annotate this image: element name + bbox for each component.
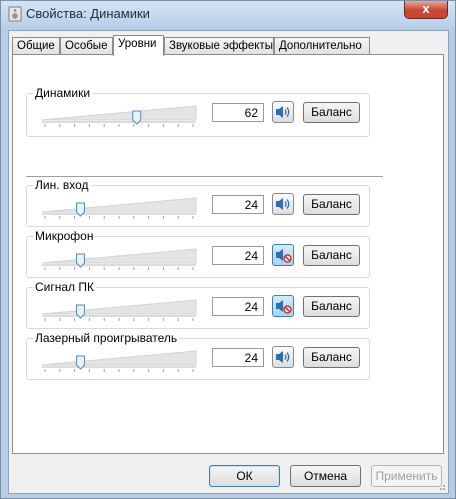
channel-group: Микрофон 24 Баланс (26, 229, 370, 278)
speaker-muted-icon (276, 300, 292, 314)
slider-track (41, 299, 197, 315)
levels-panel: Динамики 62 Баланс Лин. вход 24 Баланс М… (12, 54, 444, 454)
group-label: Сигнал ПК (33, 280, 96, 294)
speaker-icon (276, 351, 290, 363)
slider-track (41, 105, 197, 121)
channel-group: Сигнал ПК 24 Баланс (26, 280, 370, 329)
volume-value-field[interactable]: 24 (212, 297, 264, 316)
dialog-client: Общие Особые Уровни Звуковые эффекты Доп… (8, 30, 449, 494)
window-title: Свойства: Динамики (26, 6, 150, 21)
channel-group: Лин. вход 24 Баланс (26, 178, 370, 227)
close-button[interactable]: x (404, 1, 448, 19)
tab-special[interactable]: Особые (60, 37, 113, 55)
group-label: Динамики (33, 86, 93, 100)
mute-toggle-button[interactable] (272, 295, 294, 317)
speaker-icon (276, 106, 290, 118)
balance-button[interactable]: Баланс (303, 245, 360, 266)
balance-button[interactable]: Баланс (303, 194, 360, 215)
main-volume-group: Динамики 62 Баланс (26, 86, 370, 137)
divider (26, 176, 383, 177)
title-bar[interactable]: Свойства: Динамики x (1, 1, 455, 27)
slider-track (41, 197, 197, 213)
speaker-app-icon (8, 6, 22, 22)
volume-value-field[interactable]: 62 (212, 103, 264, 122)
mute-toggle-button[interactable] (272, 101, 294, 123)
mute-toggle-button[interactable] (272, 346, 294, 368)
slider-track (41, 350, 197, 366)
balance-button[interactable]: Баланс (303, 296, 360, 317)
volume-slider[interactable] (40, 347, 198, 377)
tab-advanced[interactable]: Дополнительно (274, 37, 370, 55)
volume-slider[interactable] (40, 245, 198, 275)
ok-button[interactable]: ОК (209, 465, 280, 487)
speaker-icon (276, 198, 290, 210)
volume-slider[interactable] (40, 296, 198, 326)
tab-sound-effects[interactable]: Звуковые эффекты (164, 37, 274, 55)
mute-toggle-button[interactable] (272, 193, 294, 215)
cancel-button[interactable]: Отмена (290, 465, 361, 487)
volume-value-field[interactable]: 24 (212, 246, 264, 265)
tab-general[interactable]: Общие (12, 37, 60, 55)
volume-value-field[interactable]: 24 (212, 195, 264, 214)
group-label: Микрофон (33, 229, 96, 243)
channel-group: Лазерный проигрыватель 24 Баланс (26, 331, 370, 380)
balance-button[interactable]: Баланс (303, 347, 360, 368)
apply-button[interactable]: Применить (371, 465, 442, 487)
group-label: Лазерный проигрыватель (33, 331, 180, 345)
dialog-window: Свойства: Динамики x Общие Особые Уровни… (0, 0, 456, 499)
volume-value-field[interactable]: 24 (212, 348, 264, 367)
group-label: Лин. вход (33, 178, 91, 192)
tab-levels[interactable]: Уровни (113, 35, 164, 56)
balance-button[interactable]: Баланс (303, 102, 360, 123)
volume-slider[interactable] (40, 194, 198, 224)
resize-grip-icon[interactable] (436, 481, 446, 491)
slider-track (41, 248, 197, 264)
close-icon: x (422, 1, 430, 16)
speaker-muted-icon (276, 249, 292, 263)
mute-toggle-button[interactable] (272, 244, 294, 266)
volume-slider[interactable] (40, 102, 198, 132)
